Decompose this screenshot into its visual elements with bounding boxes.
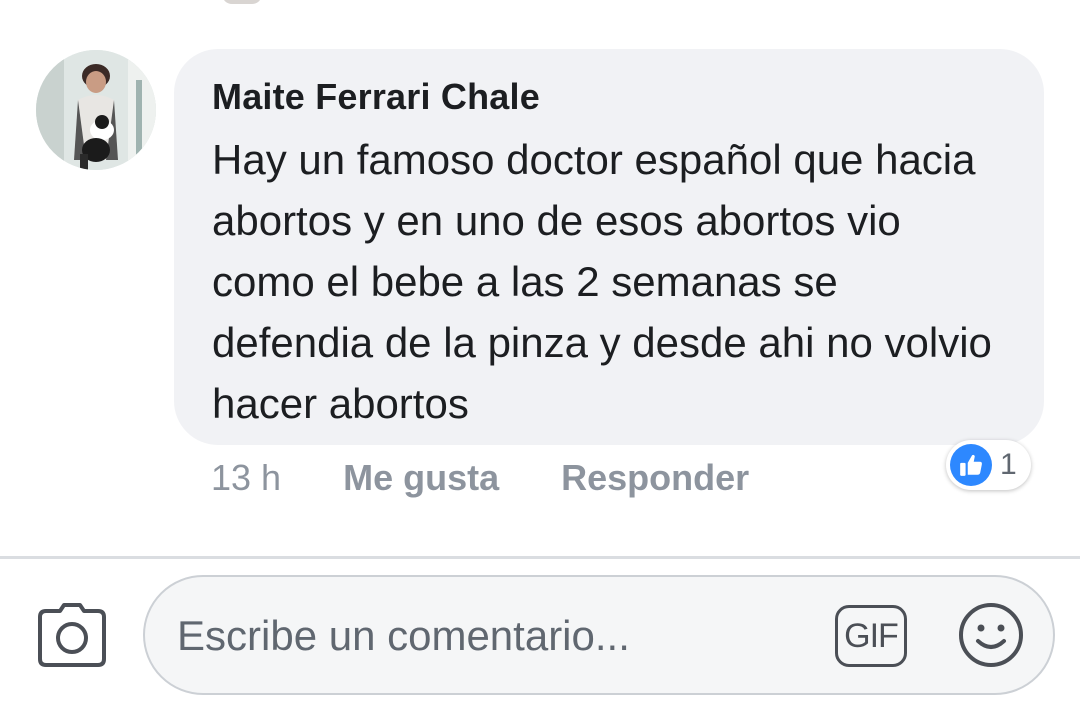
comment-composer: GIF <box>0 559 1080 714</box>
smiley-icon[interactable] <box>957 601 1025 669</box>
comment-bubble: Maite Ferrari Chale Hay un famoso doctor… <box>174 49 1044 445</box>
comment-actions: 13 h Me gusta Responder <box>211 456 811 500</box>
reaction-summary[interactable]: 1 <box>946 440 1031 490</box>
comment-input[interactable] <box>175 577 819 695</box>
previous-avatar-fragment <box>222 0 262 4</box>
reply-button[interactable]: Responder <box>561 457 749 499</box>
reaction-count: 1 <box>1000 448 1017 481</box>
gif-button[interactable]: GIF <box>835 605 907 667</box>
comment-text: Hay un famoso doctor español que hacia a… <box>212 136 992 427</box>
comment-timestamp[interactable]: 13 h <box>211 457 281 499</box>
comment-input-container: GIF <box>143 575 1055 695</box>
thumbs-up-icon <box>950 444 992 486</box>
comment-author[interactable]: Maite Ferrari Chale <box>212 75 1008 119</box>
avatar[interactable] <box>36 50 156 170</box>
like-button[interactable]: Me gusta <box>343 457 499 499</box>
camera-icon[interactable] <box>36 601 108 669</box>
comment-screen: Maite Ferrari Chale Hay un famoso doctor… <box>0 0 1080 714</box>
